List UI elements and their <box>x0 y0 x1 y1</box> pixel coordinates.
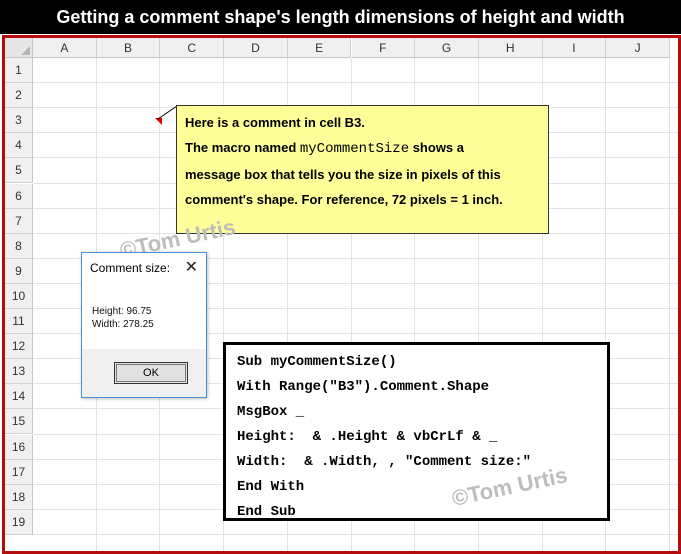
code-line: MsgBox _ <box>237 404 305 420</box>
column-header-j[interactable]: J <box>606 38 670 58</box>
select-all-corner[interactable] <box>5 38 33 58</box>
dialog-body: Height: 96.75 Width: 278.25 <box>82 283 206 349</box>
column-header-e[interactable]: E <box>287 38 352 58</box>
column-header-c[interactable]: C <box>160 38 225 58</box>
comment-line-4: comment's shape. For reference, 72 pixel… <box>185 192 503 207</box>
row-header-18[interactable]: 18 <box>5 484 33 510</box>
row-header-19[interactable]: 19 <box>5 509 33 535</box>
row-header-16[interactable]: 16 <box>5 434 33 460</box>
close-icon[interactable]: ✕ <box>185 257 198 277</box>
dialog-height-line: Height: 96.75 <box>92 306 152 317</box>
column-header-i[interactable]: I <box>542 38 607 58</box>
row-header-9[interactable]: 9 <box>5 258 33 284</box>
column-header-h[interactable]: H <box>478 38 543 58</box>
grid-row-line <box>33 533 678 535</box>
column-header-a[interactable]: A <box>33 38 97 58</box>
row-header-13[interactable]: 13 <box>5 359 33 385</box>
row-header-14[interactable]: 14 <box>5 384 33 410</box>
row-header-17[interactable]: 17 <box>5 459 33 485</box>
dialog-titlebar: Comment size: ✕ <box>82 253 206 283</box>
dialog-title: Comment size: <box>90 261 171 275</box>
row-header-7[interactable]: 7 <box>5 208 33 234</box>
page-banner-title: Getting a comment shape's length dimensi… <box>0 0 681 34</box>
code-line: With Range("B3").Comment.Shape <box>237 379 490 395</box>
ok-button[interactable]: OK <box>114 362 188 384</box>
column-header-d[interactable]: D <box>224 38 288 58</box>
row-header-4[interactable]: 4 <box>5 133 33 159</box>
column-header-g[interactable]: G <box>415 38 479 58</box>
row-header-15[interactable]: 15 <box>5 409 33 435</box>
dialog-message: Height: 96.75 Width: 278.25 <box>92 305 154 331</box>
row-header-8[interactable]: 8 <box>5 233 33 259</box>
row-header-6[interactable]: 6 <box>5 183 33 209</box>
code-line: End Sub <box>237 504 296 520</box>
row-header-12[interactable]: 12 <box>5 334 33 360</box>
vba-code-box: Sub myCommentSize() With Range("B3").Com… <box>223 342 610 521</box>
comment-line-3: message box that tells you the size in p… <box>185 167 501 182</box>
spreadsheet-frame: A B C D E F G H I J 1 2 3 4 5 6 7 8 9 10 11 12 13 14 15 16 17 18 19 … <box>2 35 681 554</box>
grid-row-line <box>33 82 678 84</box>
row-header-5[interactable]: 5 <box>5 158 33 184</box>
column-header-b[interactable]: B <box>96 38 161 58</box>
dialog-width-line: Width: 278.25 <box>92 319 154 330</box>
macro-name: myCommentSize <box>299 141 410 157</box>
code-line: Sub myCommentSize() <box>237 354 397 370</box>
row-header-3[interactable]: 3 <box>5 108 33 134</box>
row-header-2[interactable]: 2 <box>5 83 33 109</box>
message-box-dialog: Comment size: ✕ Height: 96.75 Width: 278… <box>81 252 207 398</box>
code-line: Height: & .Height & vbCrLf & _ <box>237 429 498 445</box>
comment-line-2: The macro named myCommentSize shows a <box>185 140 465 157</box>
comment-line-1: Here is a comment in cell B3. <box>185 115 365 130</box>
column-header-f[interactable]: F <box>351 38 416 58</box>
row-header-10[interactable]: 10 <box>5 283 33 309</box>
row-header-11[interactable]: 11 <box>5 309 33 335</box>
row-header-1[interactable]: 1 <box>5 58 33 84</box>
